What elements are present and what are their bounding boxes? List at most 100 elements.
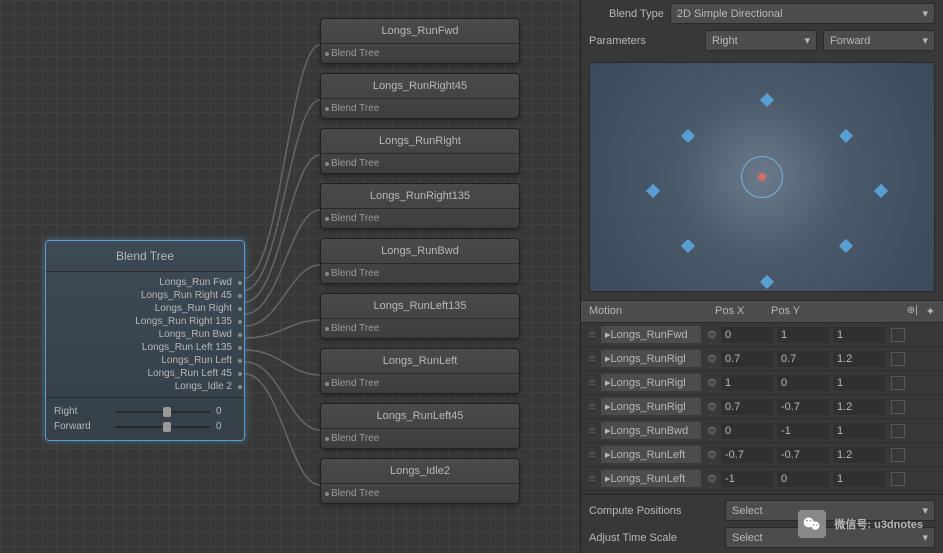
param-slider-right[interactable]: Right 0 bbox=[54, 404, 236, 419]
posy-field[interactable]: 1 bbox=[777, 327, 829, 343]
drag-handle-icon[interactable]: ≡ bbox=[589, 401, 601, 413]
speed-field[interactable]: 1 bbox=[833, 423, 885, 439]
node-subtitle: Blend Tree bbox=[321, 99, 519, 118]
speed-field[interactable]: 1 bbox=[833, 327, 885, 343]
posy-field[interactable]: 0.7 bbox=[777, 351, 829, 367]
posy-field[interactable]: 0 bbox=[777, 375, 829, 391]
output-port[interactable]: Longs_Run Right 135 bbox=[54, 315, 236, 328]
motion-name-field[interactable]: ▸Longs_RunRigl bbox=[601, 398, 701, 415]
motion-name-field[interactable]: ▸Longs_RunRigl bbox=[601, 350, 701, 367]
blend-diamond-point[interactable] bbox=[839, 129, 853, 143]
mirror-checkbox[interactable] bbox=[891, 448, 905, 462]
child-node[interactable]: Longs_Idle2Blend Tree bbox=[320, 458, 520, 504]
chevron-down-icon: ▾ bbox=[922, 504, 928, 517]
node-title: Longs_Idle2 bbox=[321, 459, 519, 484]
output-port[interactable]: Longs_Run Right bbox=[54, 302, 236, 315]
drag-handle-icon[interactable]: ≡ bbox=[589, 329, 601, 341]
posx-field[interactable]: 1 bbox=[721, 375, 773, 391]
posx-field[interactable]: 0.7 bbox=[721, 351, 773, 367]
param-slider-forward[interactable]: Forward 0 bbox=[54, 419, 236, 434]
drag-handle-icon[interactable]: ≡ bbox=[589, 473, 601, 485]
child-node[interactable]: Longs_RunRight135Blend Tree bbox=[320, 183, 520, 229]
speed-field[interactable]: 1.2 bbox=[833, 351, 885, 367]
blend-diamond-point[interactable] bbox=[681, 239, 695, 253]
posx-field[interactable]: -1 bbox=[721, 471, 773, 487]
speed-field[interactable]: 1.2 bbox=[833, 399, 885, 415]
posx-field[interactable]: -0.7 bbox=[721, 447, 773, 463]
child-node[interactable]: Longs_RunLeft135Blend Tree bbox=[320, 293, 520, 339]
output-port[interactable]: Longs_Run Right 45 bbox=[54, 289, 236, 302]
object-picker-icon[interactable]: ⊙ bbox=[705, 472, 719, 485]
output-port[interactable]: Longs_Run Left bbox=[54, 354, 236, 367]
child-node[interactable]: Longs_RunLeft45Blend Tree bbox=[320, 403, 520, 449]
motion-row[interactable]: ≡ ▸Longs_RunLeft ⊙ -1 0 1 bbox=[581, 467, 943, 491]
motion-name-field[interactable]: ▸Longs_RunLeft bbox=[601, 446, 701, 463]
child-node[interactable]: Longs_RunRight45Blend Tree bbox=[320, 73, 520, 119]
blend-visualization[interactable] bbox=[589, 62, 935, 292]
slider-track[interactable] bbox=[115, 411, 210, 413]
speed-field[interactable]: 1.2 bbox=[833, 447, 885, 463]
motion-name-field[interactable]: ▸Longs_RunLeft bbox=[601, 470, 701, 487]
motion-name-field[interactable]: ▸Longs_RunBwd bbox=[601, 422, 701, 439]
param-x-dropdown[interactable]: Right▾ bbox=[705, 30, 817, 51]
drag-handle-icon[interactable]: ≡ bbox=[589, 449, 601, 461]
posy-field[interactable]: -0.7 bbox=[777, 447, 829, 463]
chevron-down-icon: ▾ bbox=[804, 34, 810, 47]
blend-center-point[interactable] bbox=[741, 156, 783, 198]
blend-diamond-point[interactable] bbox=[760, 93, 774, 107]
output-port[interactable]: Longs_Run Left 135 bbox=[54, 341, 236, 354]
motion-name-field[interactable]: ▸Longs_RunRigl bbox=[601, 374, 701, 391]
mirror-checkbox[interactable] bbox=[891, 400, 905, 414]
drag-handle-icon[interactable]: ≡ bbox=[589, 353, 601, 365]
motion-row[interactable]: ≡ ▸Longs_RunBwd ⊙ 0 -1 1 bbox=[581, 419, 943, 443]
output-port[interactable]: Longs_Run Fwd bbox=[54, 276, 236, 289]
object-picker-icon[interactable]: ⊙ bbox=[705, 400, 719, 413]
object-picker-icon[interactable]: ⊙ bbox=[705, 376, 719, 389]
output-port[interactable]: Longs_Idle 2 bbox=[54, 380, 236, 393]
posx-field[interactable]: 0.7 bbox=[721, 399, 773, 415]
slider-handle[interactable] bbox=[163, 407, 171, 417]
object-picker-icon[interactable]: ⊙ bbox=[705, 424, 719, 437]
graph-canvas[interactable]: Blend Tree Longs_Run Fwd Longs_Run Right… bbox=[0, 0, 580, 553]
blend-diamond-point[interactable] bbox=[839, 239, 853, 253]
child-node[interactable]: Longs_RunRightBlend Tree bbox=[320, 128, 520, 174]
child-node[interactable]: Longs_RunFwdBlend Tree bbox=[320, 18, 520, 64]
output-port[interactable]: Longs_Run Bwd bbox=[54, 328, 236, 341]
blend-tree-main-node[interactable]: Blend Tree Longs_Run Fwd Longs_Run Right… bbox=[45, 240, 245, 441]
blend-diamond-point[interactable] bbox=[646, 184, 660, 198]
object-picker-icon[interactable]: ⊙ bbox=[705, 352, 719, 365]
posy-field[interactable]: 0 bbox=[777, 471, 829, 487]
speed-field[interactable]: 1 bbox=[833, 375, 885, 391]
speed-field[interactable]: 1 bbox=[833, 471, 885, 487]
blend-diamond-point[interactable] bbox=[760, 275, 774, 289]
object-picker-icon[interactable]: ⊙ bbox=[705, 328, 719, 341]
node-subtitle: Blend Tree bbox=[321, 154, 519, 173]
drag-handle-icon[interactable]: ≡ bbox=[589, 425, 601, 437]
drag-handle-icon[interactable]: ≡ bbox=[589, 377, 601, 389]
output-port[interactable]: Longs_Run Left 45 bbox=[54, 367, 236, 380]
motion-row[interactable]: ≡ ▸Longs_RunRigl ⊙ 1 0 1 bbox=[581, 371, 943, 395]
motion-row[interactable]: ≡ ▸Longs_RunFwd ⊙ 0 1 1 bbox=[581, 323, 943, 347]
blend-diamond-point[interactable] bbox=[873, 184, 887, 198]
posy-field[interactable]: -0.7 bbox=[777, 399, 829, 415]
motion-row[interactable]: ≡ ▸Longs_RunRigl ⊙ 0.7 0.7 1.2 bbox=[581, 347, 943, 371]
motion-row[interactable]: ≡ ▸Longs_RunLeft ⊙ -0.7 -0.7 1.2 bbox=[581, 443, 943, 467]
mirror-checkbox[interactable] bbox=[891, 424, 905, 438]
child-node[interactable]: Longs_RunLeftBlend Tree bbox=[320, 348, 520, 394]
posx-field[interactable]: 0 bbox=[721, 423, 773, 439]
object-picker-icon[interactable]: ⊙ bbox=[705, 448, 719, 461]
param-y-dropdown[interactable]: Forward▾ bbox=[823, 30, 935, 51]
blend-type-dropdown[interactable]: 2D Simple Directional ▾ bbox=[670, 3, 935, 24]
slider-handle[interactable] bbox=[163, 422, 171, 432]
blend-diamond-point[interactable] bbox=[681, 129, 695, 143]
posx-field[interactable]: 0 bbox=[721, 327, 773, 343]
motion-name-field[interactable]: ▸Longs_RunFwd bbox=[601, 326, 701, 343]
posy-field[interactable]: -1 bbox=[777, 423, 829, 439]
mirror-checkbox[interactable] bbox=[891, 376, 905, 390]
mirror-checkbox[interactable] bbox=[891, 472, 905, 486]
mirror-checkbox[interactable] bbox=[891, 328, 905, 342]
slider-track[interactable] bbox=[115, 426, 210, 428]
mirror-checkbox[interactable] bbox=[891, 352, 905, 366]
motion-row[interactable]: ≡ ▸Longs_RunRigl ⊙ 0.7 -0.7 1.2 bbox=[581, 395, 943, 419]
child-node[interactable]: Longs_RunBwdBlend Tree bbox=[320, 238, 520, 284]
